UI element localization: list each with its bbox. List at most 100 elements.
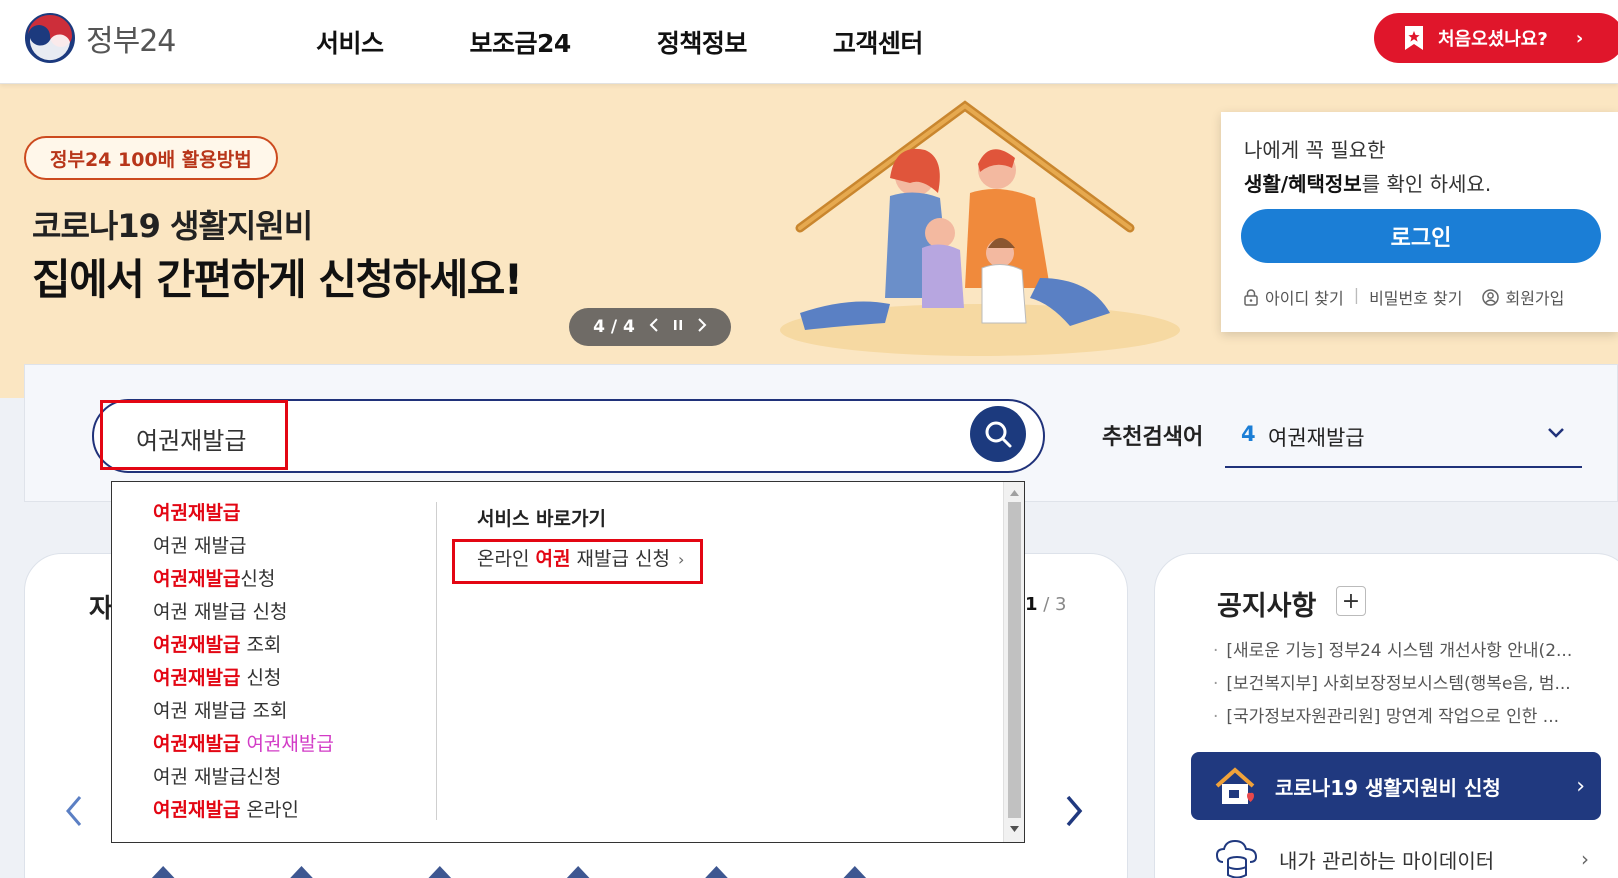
suggestion-text: 온라인: [240, 799, 299, 821]
login-card: 나에게 꼭 필요한 생활/혜택정보를 확인 하세요. 로그인 아이디 찾기 | …: [1221, 112, 1618, 332]
house-icon[interactable]: [564, 866, 592, 878]
scroll-down-arrow-icon[interactable]: [1004, 822, 1025, 836]
user-circle-icon: [1482, 288, 1500, 306]
notice-card: 공지사항 + [새로운 기능] 정부24 시스템 개선사항 안내(2... [보…: [1154, 553, 1618, 878]
cloud-database-icon: [1215, 839, 1258, 878]
suggestion-item[interactable]: 여권 재발급: [153, 531, 423, 564]
main-nav: 서비스 보조금24 정책정보 고객센터: [316, 24, 1009, 60]
bookmark-star-icon: [1405, 26, 1423, 50]
mydata-link[interactable]: 내가 관리하는 마이데이터 ›: [1213, 834, 1603, 878]
suggestion-item[interactable]: 여권 재발급신청: [153, 762, 423, 795]
mydata-label: 내가 관리하는 마이데이터: [1279, 848, 1495, 873]
suggestion-text: 여권 재발급 조회: [153, 700, 288, 722]
chevron-right-icon: ›: [1575, 27, 1584, 49]
carousel-prev-icon[interactable]: [63, 794, 85, 828]
suggestion-item[interactable]: 여권재발급: [153, 498, 423, 531]
suggestion-text: 신청: [240, 667, 282, 689]
find-id-link[interactable]: 아이디 찾기: [1243, 285, 1344, 309]
service-icon-row: [150, 866, 980, 878]
slider-next-icon[interactable]: [697, 317, 707, 338]
link-separator: |: [1353, 285, 1360, 304]
nav-subsidy24[interactable]: 보조금24: [470, 24, 572, 60]
suggestion-text: 여권 재발급: [153, 535, 247, 557]
lock-icon: [1244, 289, 1258, 306]
house-icon[interactable]: [703, 866, 730, 878]
suggestion-item[interactable]: 여권재발급 조회: [153, 630, 423, 663]
nav-services[interactable]: 서비스: [316, 24, 384, 60]
pager-current: 1: [1025, 594, 1038, 615]
page: 정부24 서비스 보조금24 정책정보 고객센터 처음오셨나요? › 정부24 …: [0, 0, 1618, 878]
suggestion-keyword: 여권재발급: [153, 502, 241, 524]
autocomplete-suggestions: 여권재발급 여권 재발급 여권재발급신청 여권 재발급 신청 여권재발급 조회 …: [153, 498, 423, 828]
service-shortcut-title: 서비스 바로가기: [477, 508, 606, 530]
login-prompt-line1: 나에게 꼭 필요한: [1244, 138, 1386, 162]
hero-banner[interactable]: 정부24 100배 활용방법 코로나19 생활지원비 집에서 간편하게 신청하세…: [0, 84, 1618, 398]
autocomplete-scrollbar[interactable]: [1003, 482, 1024, 842]
first-visit-button[interactable]: 처음오셨나요? ›: [1374, 13, 1618, 63]
slider-count: 4 / 4: [593, 317, 635, 337]
login-button[interactable]: 로그인: [1241, 209, 1601, 263]
suggestion-keyword: 여권재발급: [153, 799, 241, 821]
carousel-next-icon[interactable]: [1063, 794, 1085, 828]
logo-text: 정부24: [86, 24, 176, 59]
chevron-down-icon: [1548, 428, 1564, 438]
suggestion-item[interactable]: 여권재발급 여권재발급: [153, 729, 423, 762]
nav-policy-info[interactable]: 정책정보: [657, 24, 748, 60]
scrollbar-thumb[interactable]: [1008, 502, 1021, 818]
find-id-label: 아이디 찾기: [1265, 289, 1344, 308]
family-house-illustration: [780, 100, 1180, 356]
scroll-up-arrow-icon[interactable]: [1004, 486, 1025, 500]
covid-support-label: 코로나19 생활지원비 신청: [1275, 775, 1501, 800]
notice-more-button[interactable]: +: [1336, 586, 1366, 616]
chevron-right-icon: ›: [1581, 847, 1589, 871]
house-icon[interactable]: [426, 866, 453, 878]
slider-prev-icon[interactable]: [649, 317, 659, 338]
slider-pause-icon[interactable]: [673, 317, 683, 337]
login-links: 아이디 찾기 | 비밀번호 찾기 회원가입: [1243, 285, 1564, 309]
house-heart-icon: [1215, 767, 1255, 804]
taegeuk-logo-icon: [25, 13, 75, 63]
first-visit-label: 처음오셨나요?: [1438, 29, 1548, 50]
carousel-pager: 1 / 3: [1025, 594, 1067, 615]
suggestion-text: 신청: [240, 568, 276, 590]
find-password-link[interactable]: 비밀번호 찾기: [1369, 285, 1462, 309]
suggestion-extra: 여권재발급: [246, 733, 334, 755]
logo[interactable]: 정부24: [24, 12, 176, 64]
service-link-highlight-box: [452, 539, 703, 584]
house-icon[interactable]: [288, 866, 315, 878]
recommended-keyword-value: 여권재발급: [1268, 426, 1365, 450]
suggestion-item[interactable]: 여권재발급 신청: [153, 663, 423, 696]
recommended-keyword-number: 4: [1241, 422, 1256, 446]
notice-item[interactable]: [보건복지부] 사회보장정보시스템(행복e음, 범...: [1213, 669, 1573, 702]
suggestion-item[interactable]: 여권 재발급 조회: [153, 696, 423, 729]
login-prompt-rest: 를 확인 하세요.: [1361, 172, 1492, 196]
signup-link[interactable]: 회원가입: [1482, 285, 1564, 309]
suggestion-item[interactable]: 여권재발급 온라인: [153, 795, 423, 828]
house-icon[interactable]: [150, 866, 177, 878]
suggestion-item[interactable]: 여권 재발급 신청: [153, 597, 423, 630]
suggestion-text: 조회: [240, 634, 282, 656]
banner-subtitle: 코로나19 생활지원비: [32, 207, 313, 245]
notice-title: 공지사항: [1217, 591, 1317, 622]
recommended-keyword-dropdown[interactable]: 4 여권재발급: [1225, 412, 1582, 468]
notice-list: [새로운 기능] 정부24 시스템 개선사항 안내(2... [보건복지부] 사…: [1213, 636, 1573, 735]
suggestion-text: 여권 재발급 신청: [153, 601, 288, 623]
nav-customer-center[interactable]: 고객센터: [833, 24, 924, 60]
search-icon: [985, 421, 1012, 448]
search-button[interactable]: [970, 406, 1026, 462]
search-autocomplete-dropdown: 여권재발급 여권 재발급 여권재발급신청 여권 재발급 신청 여권재발급 조회 …: [111, 481, 1025, 843]
carousel-title: 자: [89, 594, 113, 624]
banner-title: 집에서 간편하게 신청하세요!: [32, 255, 523, 304]
usage-guide-pill[interactable]: 정부24 100배 활용방법: [24, 136, 278, 180]
covid-support-button[interactable]: 코로나19 생활지원비 신청 ›: [1191, 752, 1601, 820]
search-highlight-box: [100, 400, 288, 470]
chevron-right-icon: ›: [1576, 773, 1585, 799]
suggestion-keyword: 여권재발급: [153, 568, 241, 590]
notice-item[interactable]: [새로운 기능] 정부24 시스템 개선사항 안내(2...: [1213, 636, 1573, 669]
notice-item[interactable]: [국가정보자원관리원] 망연계 작업으로 인한 ...: [1213, 702, 1573, 735]
autocomplete-divider: [436, 502, 437, 820]
find-password-label: 비밀번호 찾기: [1369, 289, 1463, 308]
house-icon[interactable]: [841, 866, 868, 878]
recommended-keyword-label: 추천검색어: [1102, 425, 1204, 450]
suggestion-item[interactable]: 여권재발급신청: [153, 564, 423, 597]
